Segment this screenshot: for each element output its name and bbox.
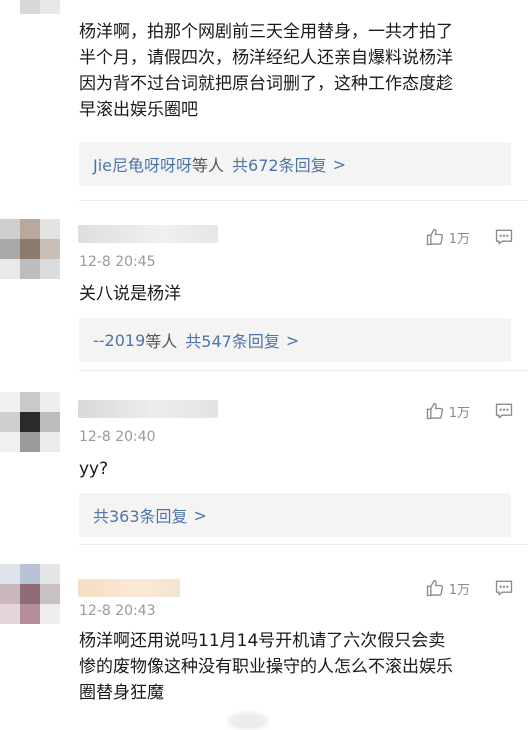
comment-icon xyxy=(495,229,513,245)
like-count: 1万 xyxy=(448,231,470,247)
comment-icon xyxy=(495,403,513,419)
reply-user[interactable]: --2019 xyxy=(93,331,145,350)
divider xyxy=(79,544,528,545)
reply-count[interactable]: 共672条回复 xyxy=(232,152,327,176)
comment-actions: 1万 xyxy=(425,401,514,421)
reply-others: 等人 xyxy=(192,156,225,175)
reply-button[interactable] xyxy=(494,401,514,421)
comment-icon xyxy=(495,580,513,596)
chevron-right-icon: > xyxy=(285,330,300,350)
comment-text: 杨洋啊，拍那个网剧前三天全用替身，一共才拍了 半个月，请假四次，杨洋经纪人还亲自… xyxy=(79,22,453,120)
reply-user[interactable]: Jie尼龟呀呀呀 xyxy=(93,152,192,176)
like-button[interactable]: 1万 xyxy=(425,401,470,421)
avatar[interactable] xyxy=(0,392,60,452)
chevron-right-icon: > xyxy=(193,505,207,525)
reply-count[interactable]: 共547条回复 xyxy=(185,328,280,352)
comment-text: 关八说是杨洋 xyxy=(79,284,181,304)
reply-summary-button[interactable]: 共363条回复 > xyxy=(79,493,511,537)
like-button[interactable]: 1万 xyxy=(425,578,470,598)
username-redacted[interactable] xyxy=(78,400,218,418)
comment-actions: 1万 xyxy=(425,578,514,598)
comment-time: 12-8 20:43 xyxy=(79,603,156,619)
reply-others: 等人 xyxy=(145,332,178,351)
like-button[interactable]: 1万 xyxy=(425,227,470,247)
chevron-right-icon: > xyxy=(332,154,346,174)
username-redacted[interactable] xyxy=(78,225,218,243)
reply-button[interactable] xyxy=(494,227,514,247)
comment-text: yy? xyxy=(79,459,109,479)
avatar[interactable] xyxy=(0,0,60,14)
comment-time: 12-8 20:45 xyxy=(79,254,156,270)
reply-count[interactable]: 共363条回复 xyxy=(93,503,188,527)
reply-summary-button[interactable]: --2019 等人 共547条回复 > xyxy=(79,318,511,362)
avatar[interactable] xyxy=(0,564,60,624)
thumbs-up-icon xyxy=(426,402,443,420)
reply-button[interactable] xyxy=(494,578,514,598)
like-count: 1万 xyxy=(448,405,470,421)
avatar[interactable] xyxy=(0,219,60,279)
divider xyxy=(79,370,528,371)
thumbs-up-icon xyxy=(426,579,443,597)
comment-time: 12-8 20:40 xyxy=(79,429,156,445)
comment-actions: 1万 xyxy=(425,227,514,247)
thumbs-up-icon xyxy=(426,228,443,246)
like-count: 1万 xyxy=(448,582,470,598)
reply-summary-button[interactable]: Jie尼龟呀呀呀 等人 共672条回复 > xyxy=(79,142,511,186)
divider xyxy=(79,200,528,201)
username-redacted[interactable] xyxy=(78,579,180,597)
comment-text: 杨洋啊还用说吗11月14号开机请了六次假只会卖 惨的废物像这种没有职业操守的人怎… xyxy=(79,631,453,703)
redaction-blot xyxy=(228,712,268,730)
